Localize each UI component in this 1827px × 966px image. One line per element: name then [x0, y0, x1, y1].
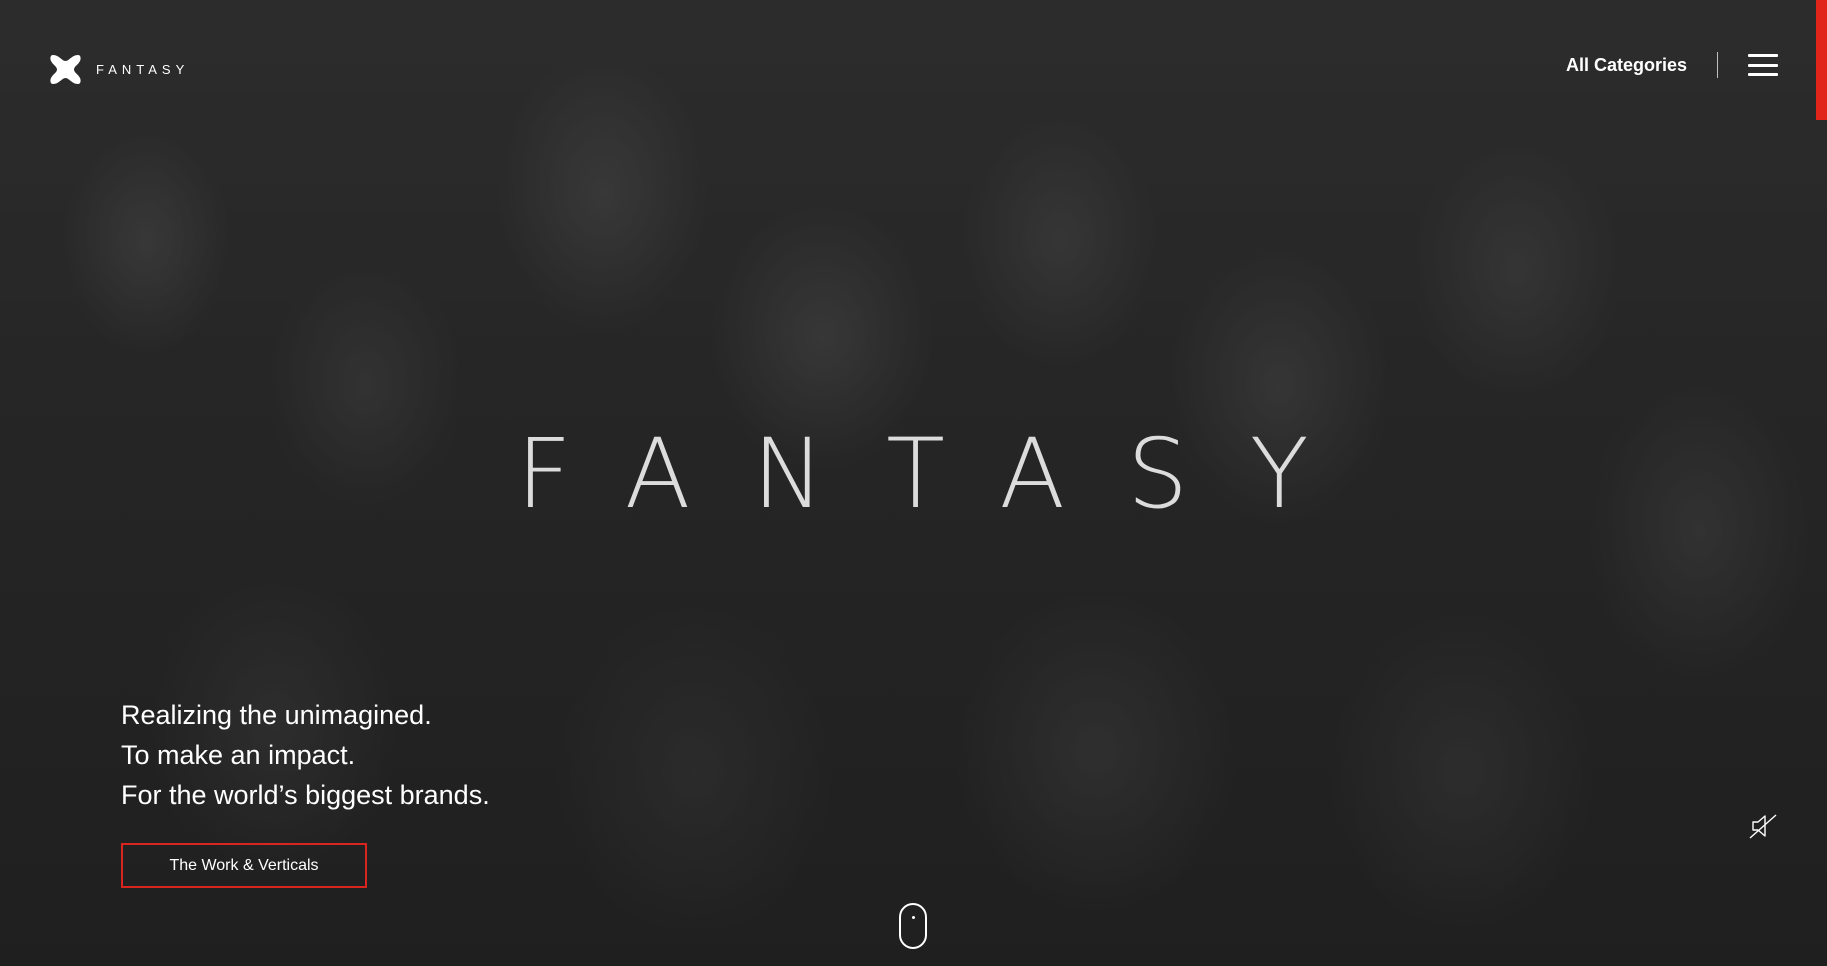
tagline-line: Realizing the unimagined. [121, 700, 432, 730]
menu-bar [1748, 73, 1778, 76]
work-verticals-button[interactable]: The Work & Verticals [121, 843, 367, 888]
side-accent-tab[interactable] [1816, 0, 1827, 120]
hamburger-menu-icon[interactable] [1748, 54, 1778, 76]
tagline-line: To make an impact. [121, 740, 356, 770]
hero-wordmark: FANTASY [516, 418, 1371, 530]
logo-link[interactable]: FANTASY [49, 53, 189, 86]
menu-bar [1748, 54, 1778, 57]
header-nav: All Categories [1566, 52, 1778, 78]
logo-wordmark: FANTASY [96, 62, 190, 77]
speaker-muted-icon[interactable] [1749, 812, 1777, 840]
logo-mark-icon [50, 55, 81, 84]
scroll-wheel-dot [911, 916, 915, 919]
tagline-line: For the world’s biggest brands. [121, 780, 490, 810]
menu-bar [1748, 63, 1778, 67]
scroll-mouse-icon[interactable] [899, 903, 927, 949]
nav-divider [1717, 52, 1718, 78]
all-categories-link[interactable]: All Categories [1566, 55, 1687, 76]
hero-taglines: Realizing the unimagined. To make an imp… [121, 695, 490, 815]
